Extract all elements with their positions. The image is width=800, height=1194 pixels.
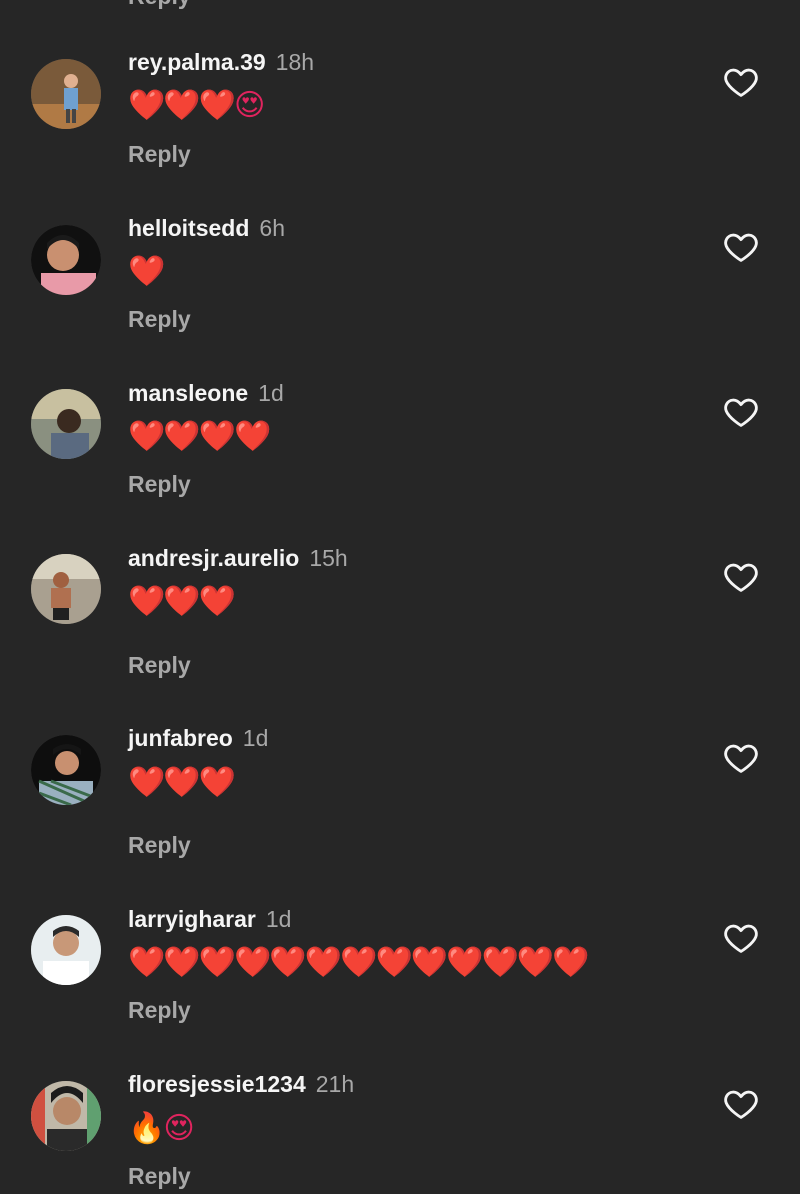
reply-button[interactable]: Reply [128, 831, 191, 859]
heart-outline-icon [722, 393, 760, 431]
username[interactable]: andresjr.aurelio [128, 545, 299, 571]
comment-text: ❤️ [128, 255, 165, 288]
comment-header: andresjr.aurelio 15h [128, 544, 348, 572]
heart-outline-icon [722, 228, 760, 266]
like-button[interactable] [722, 393, 760, 431]
reply-button[interactable]: Reply [128, 1162, 191, 1190]
heart-outline-icon [722, 919, 760, 957]
comment-text: ❤️❤️❤️ [128, 766, 236, 799]
reply-button[interactable]: Reply [128, 470, 191, 498]
comment-header: mansleone 1d [128, 379, 284, 407]
username[interactable]: larryigharar [128, 906, 256, 932]
comment-header: floresjessie1234 21h [128, 1070, 354, 1098]
comment-header: helloitsedd 6h [128, 214, 285, 242]
comment-header: larryigharar 1d [128, 905, 291, 933]
timestamp: 21h [315, 1071, 355, 1097]
avatar[interactable] [31, 915, 101, 985]
like-button[interactable] [722, 228, 760, 266]
comment-text: 🔥😍 [128, 1112, 195, 1145]
timestamp: 6h [259, 215, 285, 241]
timestamp: 1d [242, 725, 269, 751]
comment-header: junfabreo 1d [128, 724, 268, 752]
username[interactable]: mansleone [128, 380, 248, 406]
username[interactable]: junfabreo [128, 725, 233, 751]
timestamp: 15h [309, 545, 348, 571]
comment-text: ❤️❤️❤️❤️ [128, 420, 271, 453]
like-button[interactable] [722, 1085, 760, 1123]
like-button[interactable] [722, 919, 760, 957]
heart-outline-icon [722, 1085, 760, 1123]
avatar[interactable] [31, 389, 101, 459]
like-button[interactable] [722, 558, 760, 596]
comment-text: ❤️❤️❤️ [128, 585, 236, 618]
avatar[interactable] [31, 225, 101, 295]
comment-text: ❤️❤️❤️❤️❤️❤️❤️❤️❤️❤️❤️❤️❤️ [128, 946, 590, 979]
timestamp: 1d [258, 380, 284, 406]
reply-button[interactable]: Reply [128, 305, 191, 333]
timestamp: 1d [265, 906, 292, 932]
avatar[interactable] [31, 554, 101, 624]
reply-button[interactable]: Reply [128, 651, 191, 679]
comment-item: floresjessie1234 21h 🔥😍 Reply [0, 0, 800, 1189]
like-button[interactable] [722, 739, 760, 777]
username[interactable]: helloitsedd [128, 215, 249, 241]
username[interactable]: floresjessie1234 [128, 1071, 306, 1097]
heart-outline-icon [722, 558, 760, 596]
reply-button[interactable]: Reply [128, 996, 191, 1024]
avatar[interactable] [31, 1081, 101, 1151]
heart-outline-icon [722, 739, 760, 777]
avatar[interactable] [31, 735, 101, 805]
